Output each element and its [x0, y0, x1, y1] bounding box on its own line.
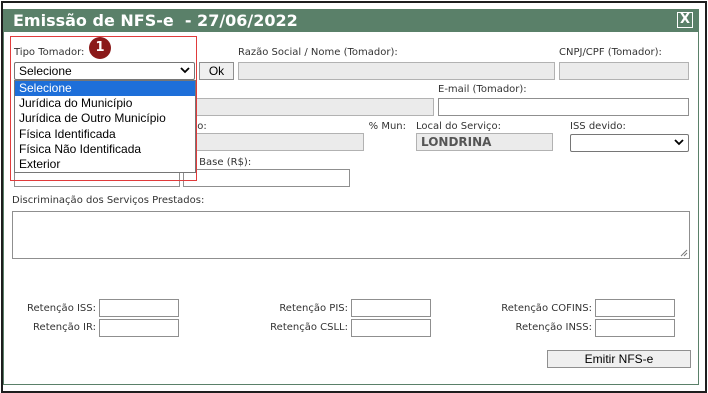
email-field[interactable] [438, 98, 689, 116]
chevron-down-icon [674, 139, 684, 146]
retencao-pis-label: Retenção PIS: [279, 303, 348, 314]
retencao-iss-field[interactable] [99, 299, 179, 317]
iss-devido-label: ISS devido: [570, 121, 626, 132]
dialog-titlebar: Emissão de NFS-e - 27/06/2022 X [3, 9, 699, 32]
annotation-marker: 1 [89, 37, 111, 59]
discriminacao-label: Discriminação dos Serviços Prestados: [12, 195, 205, 206]
dialog-title: Emissão de NFS-e - 27/06/2022 [13, 11, 298, 30]
email-label: E-mail (Tomador): [438, 84, 527, 95]
local-servico-label: Local do Serviço: [416, 121, 502, 132]
retencao-ir-field[interactable] [99, 319, 179, 337]
retencao-inss-label: Retenção INSS: [515, 322, 592, 333]
discriminacao-textarea[interactable] [12, 211, 690, 259]
valor-base-field[interactable] [183, 169, 350, 187]
retencao-cofins-label: Retenção COFINS: [501, 303, 592, 314]
iss-devido-select[interactable] [570, 134, 689, 152]
retencao-ir-label: Retenção IR: [33, 322, 96, 333]
retencao-cofins-field[interactable] [595, 299, 675, 317]
razao-social-field[interactable] [238, 62, 555, 80]
resize-grip-icon[interactable] [680, 249, 688, 257]
razao-social-label: Razão Social / Nome (Tomador): [238, 47, 398, 58]
cnpj-cpf-label: CNPJ/CPF (Tomador): [559, 47, 662, 58]
percent-mun-label: % Mun: [368, 121, 406, 132]
cnpj-cpf-field[interactable] [559, 62, 689, 80]
retencao-iss-label: Retenção ISS: [27, 303, 96, 314]
servico-field[interactable] [183, 133, 364, 151]
retencao-pis-field[interactable] [351, 299, 431, 317]
local-servico-field[interactable]: LONDRINA [416, 133, 553, 151]
retencao-csll-field[interactable] [351, 319, 431, 337]
ok-button[interactable]: Ok [199, 62, 234, 80]
emitir-nfse-button[interactable]: Emitir NFS-e [547, 350, 691, 368]
retencao-csll-label: Retenção CSLL: [270, 322, 348, 333]
retencao-inss-field[interactable] [595, 319, 675, 337]
close-icon[interactable]: X [677, 12, 693, 28]
